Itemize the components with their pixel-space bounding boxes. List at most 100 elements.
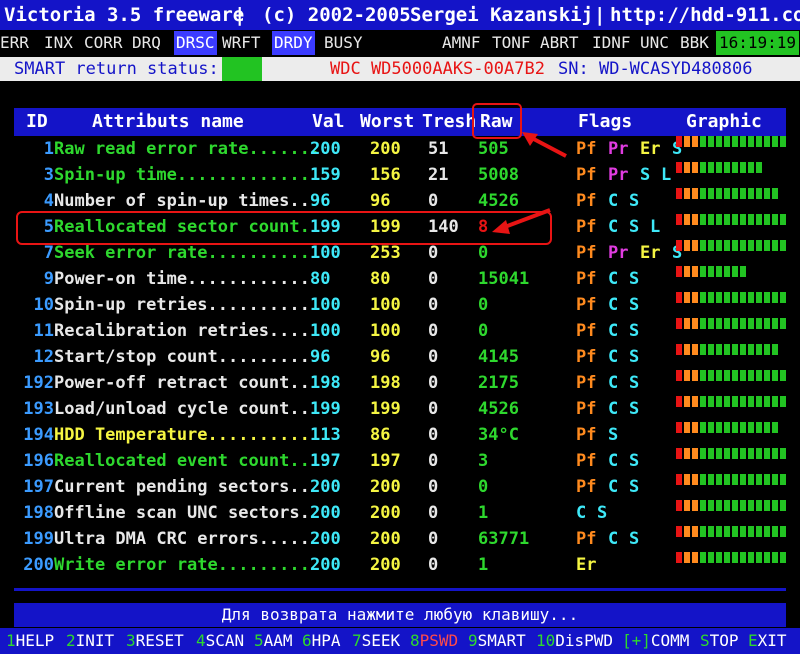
flag-s: S bbox=[629, 451, 640, 471]
attribute-raw: 505 bbox=[478, 139, 509, 159]
attribute-name: Power-on time............ bbox=[54, 269, 310, 289]
graph-segment bbox=[732, 188, 738, 199]
graph-segment bbox=[708, 552, 714, 563]
graph-segment bbox=[780, 214, 786, 225]
graph-segment bbox=[740, 474, 746, 485]
function-key-aam[interactable]: 5AAM bbox=[254, 628, 293, 654]
graph-segment bbox=[756, 474, 762, 485]
function-key-reset[interactable]: 3RESET bbox=[126, 628, 184, 654]
graph-segment bbox=[724, 552, 730, 563]
flag-pf: Pf bbox=[576, 295, 597, 315]
attribute-threshold: 0 bbox=[428, 269, 439, 289]
function-key-scan[interactable]: 4SCAN bbox=[196, 628, 244, 654]
graph-segment bbox=[756, 162, 762, 173]
graph-segment bbox=[708, 136, 714, 147]
attribute-value: 200 bbox=[310, 503, 341, 523]
graph-segment bbox=[732, 162, 738, 173]
graph-segment bbox=[684, 214, 690, 225]
graph-segment bbox=[716, 344, 722, 355]
table-row[interactable]: 197 Current pending sectors.. 200 200 0 0 Pf C S bbox=[14, 474, 786, 500]
graph-segment bbox=[780, 552, 786, 563]
function-key-number: 2 bbox=[66, 631, 76, 650]
graph-segment bbox=[724, 500, 730, 511]
attribute-name: Ultra DMA CRC errors..... bbox=[54, 529, 310, 549]
table-row[interactable]: 199 Ultra DMA CRC errors..... 200 200 0 63771… bbox=[14, 526, 786, 552]
status-flag-amnf: AMNF bbox=[442, 33, 481, 52]
attribute-name: Offline scan UNC sectors. bbox=[54, 503, 310, 523]
function-key-number: 3 bbox=[126, 631, 136, 650]
flag-er: Er bbox=[576, 555, 597, 575]
author-name: Sergei Kazanskij bbox=[410, 4, 594, 26]
attributes-table-header: ID Attributs name Val Worst Tresh Raw Fl… bbox=[14, 108, 786, 136]
graph-segment bbox=[708, 500, 714, 511]
flag-s: S bbox=[629, 373, 640, 393]
graph-segment bbox=[748, 474, 754, 485]
attribute-value: 198 bbox=[310, 373, 341, 393]
table-row[interactable]: 3 Spin-up time............. 159 156 21 5008 Pf… bbox=[14, 162, 786, 188]
attribute-threshold: 0 bbox=[428, 347, 439, 367]
table-row[interactable]: 10 Spin-up retries.......... 100 100 0 0 Pf C S bbox=[14, 292, 786, 318]
graph-segment bbox=[756, 552, 762, 563]
function-key-hpa[interactable]: 6HPA bbox=[302, 628, 341, 654]
function-key-xit[interactable]: EXIT bbox=[748, 628, 787, 654]
table-row[interactable]: 12 Start/stop count......... 96 96 0 4145 Pf C S bbox=[14, 344, 786, 370]
attribute-raw: 15041 bbox=[478, 269, 530, 289]
graph-segment bbox=[732, 344, 738, 355]
function-key-help[interactable]: 1HELP bbox=[6, 628, 54, 654]
status-flag-err: ERR bbox=[0, 33, 29, 52]
function-key-pswd[interactable]: 8PSWD bbox=[410, 628, 458, 654]
graph-segment bbox=[684, 162, 690, 173]
graph-segment bbox=[684, 552, 690, 563]
graph-segment bbox=[732, 370, 738, 381]
flag-c: C bbox=[608, 191, 619, 211]
graph-segment bbox=[676, 318, 682, 329]
graph-segment bbox=[708, 214, 714, 225]
graph-segment bbox=[764, 214, 770, 225]
graph-segment bbox=[732, 266, 738, 277]
function-key-bar: 1HELP 2INIT 3RESET 4SCAN 5AAM 6HPA 7SEEK 8PSWD 9… bbox=[0, 628, 800, 654]
function-key-label: XIT bbox=[757, 631, 787, 650]
table-row[interactable]: 193 Load/unload cycle count.. 199 199 0 4526 P… bbox=[14, 396, 786, 422]
attribute-threshold: 0 bbox=[428, 295, 439, 315]
graph-segment bbox=[724, 344, 730, 355]
table-row[interactable]: 196 Reallocated event count.. 197 197 0 3 Pf C S bbox=[14, 448, 786, 474]
table-row[interactable]: 11 Recalibration retries.... 100 100 0 0 Pf C S bbox=[14, 318, 786, 344]
graph-segment bbox=[708, 318, 714, 329]
flag-pf: Pf bbox=[576, 191, 597, 211]
graph-segment bbox=[780, 240, 786, 251]
flag-pf: Pf bbox=[576, 451, 597, 471]
table-row[interactable]: 194 HDD Temperature.......... 113 86 0 34°C Pf… bbox=[14, 422, 786, 448]
graph-segment bbox=[756, 500, 762, 511]
graph-segment bbox=[724, 162, 730, 173]
graph-segment bbox=[732, 552, 738, 563]
graph-segment bbox=[708, 240, 714, 251]
table-row[interactable]: 200 Write error rate......... 200 200 0 1 Er bbox=[14, 552, 786, 578]
function-key-smart[interactable]: 9SMART bbox=[468, 628, 526, 654]
attribute-worst: 197 bbox=[370, 451, 401, 471]
flag-c: C bbox=[608, 347, 619, 367]
table-row[interactable]: 9 Power-on time............ 80 80 0 15041 Pf C S bbox=[14, 266, 786, 292]
graph-segment bbox=[764, 396, 770, 407]
attribute-threshold: 21 bbox=[428, 165, 449, 185]
graph-segment bbox=[772, 162, 778, 173]
graph-segment bbox=[684, 474, 690, 485]
table-row[interactable]: 192 Power-off retract count.. 198 198 0 2175 P… bbox=[14, 370, 786, 396]
function-key-top[interactable]: STOP bbox=[700, 628, 739, 654]
graph-segment bbox=[780, 188, 786, 199]
function-key-comm[interactable]: [+]COMM bbox=[622, 628, 689, 654]
table-row[interactable]: 198 Offline scan UNC sectors. 200 200 0 1 C S bbox=[14, 500, 786, 526]
function-key-init[interactable]: 2INIT bbox=[66, 628, 114, 654]
attribute-worst: 200 bbox=[370, 139, 401, 159]
table-row[interactable]: 1 Raw read error rate....... 200 200 51 505 Pf… bbox=[14, 136, 786, 162]
function-key-dispwd[interactable]: 10DisPWD bbox=[536, 628, 613, 654]
graph-segment bbox=[676, 292, 682, 303]
function-key-seek[interactable]: 7SEEK bbox=[352, 628, 400, 654]
graph-segment bbox=[676, 396, 682, 407]
graph-segment bbox=[716, 266, 722, 277]
graph-segment bbox=[740, 162, 746, 173]
graph-segment bbox=[756, 292, 762, 303]
graph-segment bbox=[716, 188, 722, 199]
function-key-number: 10 bbox=[536, 631, 556, 650]
graph-segment bbox=[732, 526, 738, 537]
attribute-name: Spin-up retries.......... bbox=[54, 295, 310, 315]
